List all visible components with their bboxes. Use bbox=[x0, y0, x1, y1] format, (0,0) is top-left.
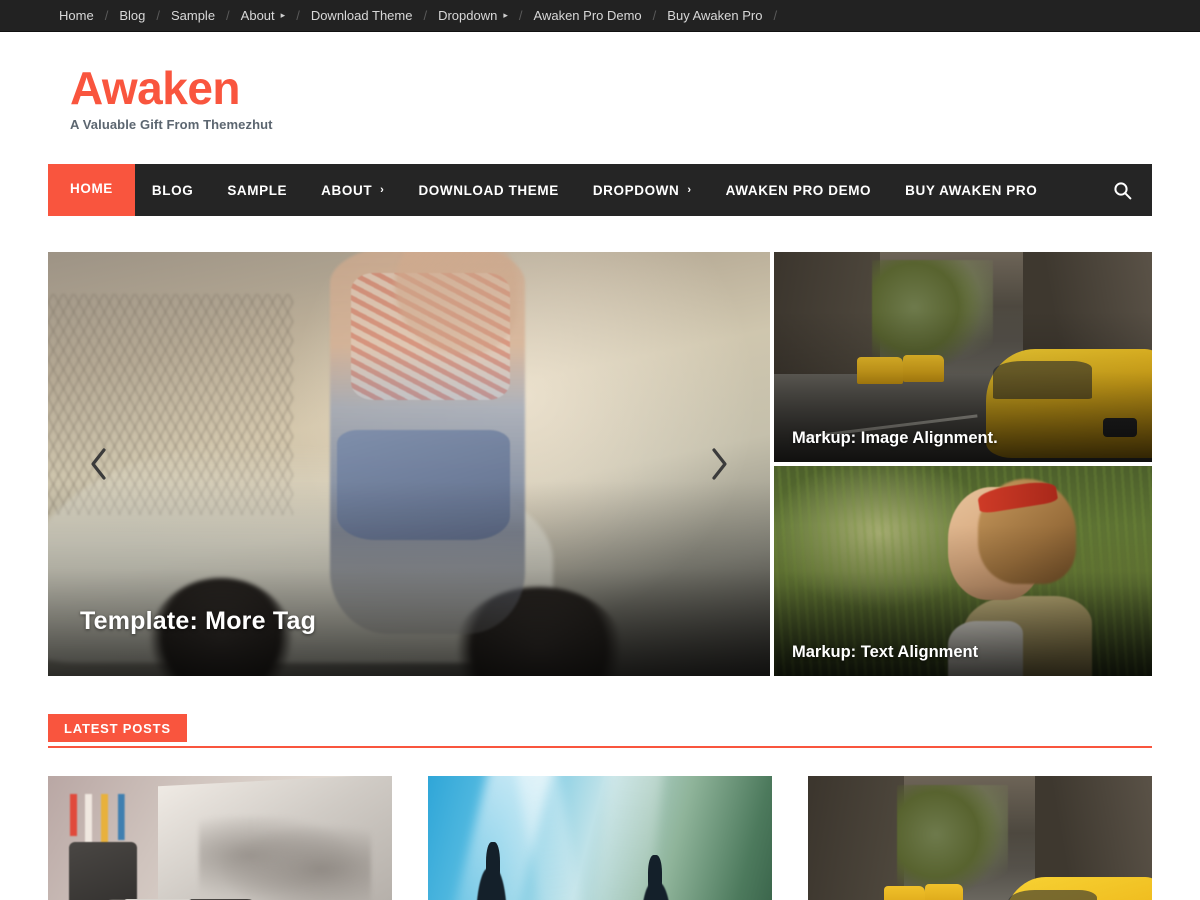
nav-item-sample[interactable]: SAMPLE bbox=[210, 164, 304, 216]
taxi-building-left bbox=[808, 776, 905, 900]
site-tagline: A Valuable Gift From Themezhut bbox=[70, 117, 273, 133]
latest-posts-badge: LATEST POSTS bbox=[48, 714, 187, 742]
top-bar-item-download-theme[interactable]: Download Theme bbox=[311, 8, 413, 23]
top-bar-separator: / bbox=[423, 8, 428, 23]
slider-overlay bbox=[48, 480, 770, 676]
street-taxi-photo bbox=[808, 776, 1152, 900]
concert-finger bbox=[486, 842, 501, 891]
nav-item-label: DROPDOWN bbox=[592, 182, 680, 198]
nav-item-label: DOWNLOAD THEME bbox=[418, 182, 559, 198]
nav-item-label: BLOG bbox=[151, 182, 194, 198]
nav-item-label: BUY AWAKEN PRO bbox=[905, 182, 1038, 198]
top-bar-item-label: Buy Awaken Pro bbox=[667, 8, 763, 23]
featured-card-text-alignment[interactable]: Markup: Text Alignment bbox=[774, 466, 1152, 676]
nav-item-blog[interactable]: BLOG bbox=[135, 164, 210, 216]
taxi-car-far-a bbox=[883, 886, 925, 900]
concert-crowd-photo bbox=[428, 776, 772, 900]
top-bar-item-label: Blog bbox=[119, 8, 146, 23]
latest-posts-header: LATEST POSTS bbox=[48, 714, 1152, 748]
nav-item-label: AWAKEN PRO DEMO bbox=[725, 182, 872, 198]
slider-next-button[interactable] bbox=[698, 443, 740, 485]
top-bar-item-blog[interactable]: Blog bbox=[119, 8, 145, 23]
featured-section: Template: More Tag Markup: Image Alignme… bbox=[0, 216, 1200, 676]
top-bar-item-label: Sample bbox=[170, 8, 216, 23]
taxi-street-photo bbox=[808, 776, 1152, 900]
post-thumbnail[interactable] bbox=[428, 776, 772, 900]
chevron-right-icon: › bbox=[687, 184, 692, 196]
post-thumbnail[interactable] bbox=[48, 776, 392, 900]
top-bar-separator: / bbox=[226, 8, 230, 23]
taxi-car-window bbox=[1007, 890, 1097, 900]
nav-item-label: SAMPLE bbox=[227, 182, 288, 198]
featured-card-caption[interactable]: Markup: Image Alignment. bbox=[792, 429, 998, 448]
top-bar-separator: / bbox=[104, 8, 109, 23]
post-card[interactable] bbox=[48, 776, 392, 900]
top-bar-item-home[interactable]: Home bbox=[59, 8, 94, 23]
desk-camera-photo bbox=[48, 776, 392, 900]
top-bar-separator: / bbox=[652, 8, 657, 23]
latest-posts-rule bbox=[48, 746, 1152, 748]
top-bar-item-label: Dropdown bbox=[438, 8, 498, 23]
main-navigation: HOME BLOG SAMPLE ABOUT › DOWNLOAD THEME DROPDO… bbox=[48, 164, 1152, 216]
nav-item-buy-awaken-pro[interactable]: BUY AWAKEN PRO bbox=[888, 164, 1054, 216]
search-button[interactable] bbox=[1092, 164, 1152, 216]
top-bar-item-label: Awaken Pro Demo bbox=[533, 8, 642, 23]
site-logo[interactable]: Awaken bbox=[70, 64, 1200, 113]
nav-item-label: ABOUT bbox=[321, 182, 373, 198]
featured-card-caption[interactable]: Markup: Text Alignment bbox=[792, 643, 978, 662]
top-bar-separator: / bbox=[773, 8, 778, 23]
chevron-left-icon bbox=[91, 448, 106, 480]
top-bar-item-dropdown[interactable]: Dropdown ▸ bbox=[438, 8, 508, 23]
desk-monitor-image bbox=[199, 815, 372, 900]
slider-caption[interactable]: Template: More Tag bbox=[80, 607, 316, 636]
top-bar-item-sample[interactable]: Sample bbox=[171, 8, 215, 23]
top-bar-separator: / bbox=[156, 8, 160, 23]
top-bar-menu: Home / Blog / Sample / About ▸ / Download Theme / D… bbox=[48, 8, 788, 23]
chevron-right-icon bbox=[712, 448, 727, 480]
top-bar-item-label: Download Theme bbox=[310, 8, 413, 23]
nav-item-about[interactable]: ABOUT › bbox=[304, 164, 401, 216]
site-header: Awaken A Valuable Gift From Themezhut bbox=[0, 32, 1200, 164]
post-thumbnail[interactable] bbox=[808, 776, 1152, 900]
slider-prev-button[interactable] bbox=[78, 443, 120, 485]
top-bar: Home / Blog / Sample / About ▸ / Download Theme / D… bbox=[0, 0, 1200, 32]
nav-item-download-theme[interactable]: DOWNLOAD THEME bbox=[401, 164, 575, 216]
post-card[interactable] bbox=[428, 776, 772, 900]
featured-side-column: Markup: Image Alignment. Markup: Text Al… bbox=[774, 252, 1152, 676]
top-bar-separator: / bbox=[296, 8, 300, 23]
main-navigation-wrapper: HOME BLOG SAMPLE ABOUT › DOWNLOAD THEME DROPDO… bbox=[0, 164, 1200, 216]
featured-grid: Template: More Tag Markup: Image Alignme… bbox=[48, 252, 1152, 676]
nav-item-awaken-pro-demo[interactable]: AWAKEN PRO DEMO bbox=[709, 164, 889, 216]
search-icon bbox=[1113, 181, 1131, 199]
taxi-car-far-b bbox=[924, 883, 963, 900]
nav-item-label: HOME bbox=[70, 181, 113, 196]
top-bar-separator: / bbox=[518, 8, 523, 23]
top-bar-item-label: Home bbox=[59, 8, 94, 23]
top-bar-item-awaken-pro-demo[interactable]: Awaken Pro Demo bbox=[534, 8, 642, 23]
nav-item-dropdown[interactable]: DROPDOWN › bbox=[576, 164, 709, 216]
featured-card-image-alignment[interactable]: Markup: Image Alignment. bbox=[774, 252, 1152, 462]
latest-posts-section: LATEST POSTS bbox=[0, 676, 1200, 900]
taxi-trees bbox=[897, 784, 1008, 895]
top-bar-item-buy-awaken-pro[interactable]: Buy Awaken Pro bbox=[667, 8, 762, 23]
top-bar-item-label: About bbox=[240, 8, 275, 23]
latest-posts-grid bbox=[48, 776, 1152, 900]
nav-item-home[interactable]: HOME bbox=[48, 164, 135, 216]
top-bar-item-about[interactable]: About ▸ bbox=[241, 8, 286, 23]
desk-pen-cup bbox=[68, 842, 138, 900]
post-card[interactable] bbox=[808, 776, 1152, 900]
chevron-right-icon: › bbox=[380, 184, 385, 196]
concert-finger bbox=[648, 855, 662, 900]
featured-slider[interactable]: Template: More Tag bbox=[48, 252, 770, 676]
